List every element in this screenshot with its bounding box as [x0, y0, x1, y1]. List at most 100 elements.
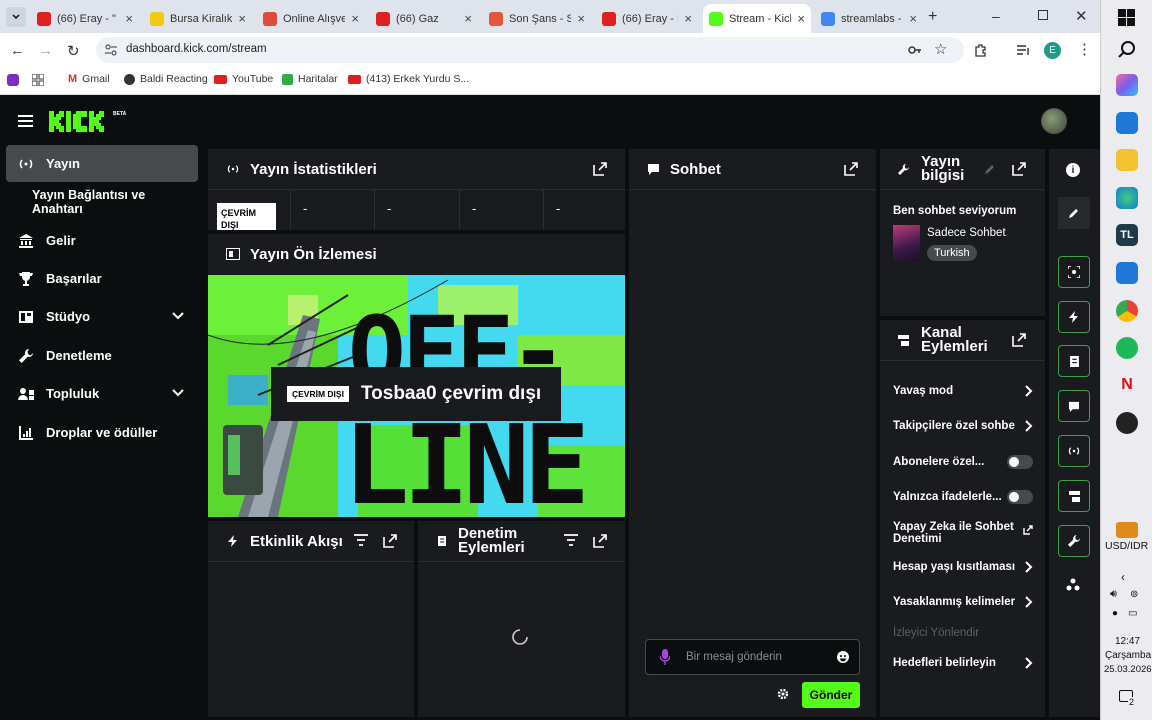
- close-tab-icon[interactable]: ×: [797, 11, 805, 26]
- sidebar-item-stream-key[interactable]: Yayın Bağlantısı ve Anahtarı: [6, 183, 198, 220]
- sidebar-item-denetleme[interactable]: Denetleme: [6, 337, 198, 374]
- filter-icon[interactable]: [564, 534, 578, 546]
- toolbar-info-button[interactable]: [1058, 525, 1090, 557]
- action-followers-only[interactable]: Takipçilere özel sohbe: [893, 420, 1033, 432]
- close-tab-icon[interactable]: ×: [909, 11, 917, 26]
- chevron-down-icon[interactable]: [172, 312, 184, 320]
- filter-icon[interactable]: [354, 534, 368, 546]
- popout-icon[interactable]: [843, 161, 859, 177]
- send-button[interactable]: Gönder: [802, 682, 860, 708]
- browser-tab[interactable]: streamlabs - ×: [815, 4, 923, 33]
- reload-icon[interactable]: ↻: [67, 42, 80, 60]
- action-emotes-only[interactable]: Yalnızca ifadelerle...: [893, 490, 1033, 504]
- restore-button[interactable]: [1038, 10, 1048, 20]
- app-icon[interactable]: [7, 74, 19, 86]
- edge-icon[interactable]: [1116, 187, 1138, 209]
- action-subscribers-only[interactable]: Abonelere özel...: [893, 455, 1033, 469]
- browser-tab[interactable]: (66) Eray - " ×: [31, 4, 139, 33]
- sidebar-item-basarilar[interactable]: Başarılar: [6, 260, 198, 297]
- chevron-left-icon[interactable]: ‹: [1121, 570, 1125, 584]
- profile-avatar[interactable]: E: [1044, 42, 1061, 59]
- bookmark-star-icon[interactable]: ☆: [934, 40, 947, 58]
- key-icon[interactable]: [908, 45, 922, 55]
- chevron-down-icon[interactable]: [172, 389, 184, 397]
- bookmark-erkek-yurdu[interactable]: (413) Erkek Yurdu S...: [348, 73, 469, 85]
- address-bar[interactable]: dashboard.kick.com/stream ☆: [96, 37, 964, 63]
- sidebar-item-studyo[interactable]: Stüdyo: [6, 298, 198, 335]
- toolbar-activity-button[interactable]: [1058, 301, 1090, 333]
- browser-tab[interactable]: Son Şans - S ×: [483, 4, 591, 33]
- kick-logo[interactable]: BETA: [49, 108, 129, 132]
- extensions-icon[interactable]: [974, 43, 988, 57]
- clock-time[interactable]: 12:47: [1115, 636, 1140, 647]
- volume-icon[interactable]: 🔊︎: [1110, 588, 1117, 601]
- spotify-icon[interactable]: [1116, 337, 1138, 359]
- edit-toolbar-button[interactable]: [1058, 197, 1090, 229]
- new-tab-button[interactable]: +: [928, 8, 937, 26]
- forward-arrow-icon[interactable]: →: [38, 42, 53, 59]
- popout-icon[interactable]: [592, 533, 608, 549]
- back-arrow-icon[interactable]: ←: [10, 42, 25, 59]
- browser-tab[interactable]: Stream - Kick ×: [703, 4, 811, 33]
- obs-icon[interactable]: [1116, 412, 1138, 434]
- popout-icon[interactable]: [382, 533, 398, 549]
- bookmark-youtube[interactable]: YouTube: [214, 73, 273, 85]
- toolbar-chat-button[interactable]: [1058, 390, 1090, 422]
- chat-input[interactable]: Bir mesaj gönderin: [645, 639, 860, 675]
- outlook-icon[interactable]: [1116, 262, 1138, 284]
- close-tab-icon[interactable]: ×: [684, 11, 692, 26]
- currency-text[interactable]: USD/IDR: [1105, 540, 1148, 552]
- close-window-button[interactable]: ✕: [1075, 7, 1088, 25]
- hamburger-menu-icon[interactable]: [18, 115, 33, 127]
- toolbar-moderation-button[interactable]: [1058, 345, 1090, 377]
- netflix-icon[interactable]: N: [1116, 374, 1138, 396]
- action-set-goals[interactable]: Hedefleri belirleyin: [893, 657, 1033, 669]
- subscribers-only-toggle[interactable]: [1007, 455, 1033, 469]
- action-ai-moderation[interactable]: Yapay Zeka ile Sohbet Denetimi: [893, 521, 1033, 545]
- close-tab-icon[interactable]: ×: [125, 11, 133, 26]
- sidebar-item-gelir[interactable]: Gelir: [6, 222, 198, 259]
- action-account-age[interactable]: Hesap yaşı kısıtlaması: [893, 561, 1033, 573]
- microphone-icon[interactable]: ●: [1112, 608, 1118, 619]
- apps-grid-icon[interactable]: [32, 74, 44, 86]
- action-slow-mode[interactable]: Yavaş mod: [893, 385, 1033, 397]
- add-panel-icon[interactable]: [1066, 578, 1080, 592]
- toolbar-actions-button[interactable]: [1058, 480, 1090, 512]
- info-icon[interactable]: i: [1066, 163, 1080, 177]
- bookmark-maps[interactable]: Haritalar: [282, 73, 338, 85]
- file-explorer-icon[interactable]: [1116, 149, 1138, 171]
- currency-widget-icon[interactable]: [1116, 522, 1138, 538]
- store-icon[interactable]: [1116, 112, 1138, 134]
- microphone-icon[interactable]: [660, 649, 670, 665]
- monitor-icon[interactable]: ▭: [1128, 608, 1137, 619]
- user-avatar[interactable]: [1041, 108, 1067, 134]
- browser-tab[interactable]: Online Alışve ×: [257, 4, 365, 33]
- emoji-icon[interactable]: [837, 651, 849, 663]
- toolbar-stats-button[interactable]: [1058, 256, 1090, 288]
- tlauncher-icon[interactable]: TL: [1116, 224, 1138, 246]
- browser-tab[interactable]: (66) Gaz ×: [370, 4, 478, 33]
- media-control-icon[interactable]: [1016, 44, 1030, 56]
- chrome-icon[interactable]: [1116, 300, 1138, 322]
- close-tab-icon[interactable]: ×: [577, 11, 585, 26]
- search-icon[interactable]: [1118, 40, 1136, 58]
- popout-icon[interactable]: [1011, 332, 1027, 348]
- close-tab-icon[interactable]: ×: [464, 11, 472, 26]
- gear-icon[interactable]: [777, 688, 789, 700]
- browser-tab[interactable]: Bursa Kiralık ×: [144, 4, 252, 33]
- category-name[interactable]: Sadece Sohbet: [927, 227, 1006, 239]
- menu-kebab-icon[interactable]: ⋮: [1077, 40, 1092, 58]
- browser-tab[interactable]: (66) Eray - El ×: [596, 4, 698, 33]
- sidebar-item-topluluk[interactable]: Topluluk: [6, 375, 198, 412]
- site-settings-icon[interactable]: [104, 44, 118, 56]
- bookmark-baldi[interactable]: Baldi Reacting: [124, 73, 208, 85]
- toolbar-broadcast-button[interactable]: [1058, 435, 1090, 467]
- windows-start-icon[interactable]: [1118, 9, 1135, 26]
- popout-icon[interactable]: [592, 161, 608, 177]
- tab-search-button[interactable]: [6, 7, 26, 27]
- close-tab-icon[interactable]: ×: [351, 11, 359, 26]
- minimize-button[interactable]: –: [992, 8, 1000, 24]
- sidebar-item-droplar[interactable]: Droplar ve ödüller: [6, 414, 198, 451]
- edit-pencil-icon[interactable]: [984, 163, 996, 175]
- network-icon[interactable]: ⊚: [1130, 589, 1138, 600]
